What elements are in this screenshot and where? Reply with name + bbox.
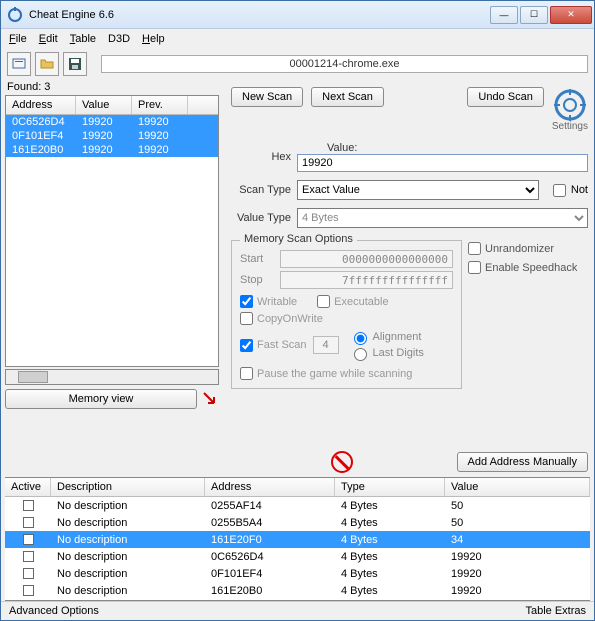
fastscan-value-input[interactable]	[313, 336, 339, 354]
process-name-bar[interactable]: 00001214-chrome.exe	[101, 55, 588, 73]
writable-checkbox[interactable]	[240, 295, 253, 308]
memory-view-button[interactable]: Memory view	[5, 389, 197, 409]
address-row[interactable]: No description161E20B04 Bytes19920	[5, 582, 590, 599]
address-row[interactable]: No description0C6526D44 Bytes19920	[5, 548, 590, 565]
active-checkbox[interactable]	[23, 585, 34, 596]
next-scan-button[interactable]: Next Scan	[311, 87, 384, 107]
select-process-button[interactable]	[7, 52, 31, 76]
save-button[interactable]	[63, 52, 87, 76]
window-title: Cheat Engine 6.6	[29, 9, 490, 21]
menu-edit[interactable]: Edit	[39, 33, 58, 45]
address-row[interactable]: No description0F101EF44 Bytes19920	[5, 565, 590, 582]
results-hscrollbar[interactable]	[5, 369, 219, 385]
col-value[interactable]: Value	[76, 96, 132, 114]
menu-table[interactable]: Table	[70, 33, 96, 45]
address-list-table[interactable]: Active Description Address Type Value No…	[5, 477, 590, 601]
address-row[interactable]: No description161E20F04 Bytes34	[5, 531, 590, 548]
hex-label: Hex	[231, 151, 291, 163]
value-type-label: Value Type	[231, 212, 291, 224]
col-type[interactable]: Type	[335, 478, 445, 496]
results-header[interactable]: Address Value Prev.	[6, 96, 218, 115]
memory-scan-options-group: Memory Scan Options Start Stop Writable …	[231, 240, 462, 389]
executable-label: Executable	[334, 296, 388, 308]
speedhack-checkbox[interactable]	[468, 261, 481, 274]
alignment-label: Alignment	[373, 331, 422, 343]
scan-results-grid[interactable]: Address Value Prev. 0C6526D419920199200F…	[5, 95, 219, 367]
address-row[interactable]: No description0255B5A44 Bytes50	[5, 514, 590, 531]
menu-d3d[interactable]: D3D	[108, 33, 130, 45]
menu-file[interactable]: File	[9, 33, 27, 45]
unrandomizer-label: Unrandomizer	[485, 243, 554, 255]
executable-checkbox[interactable]	[317, 295, 330, 308]
minimize-button[interactable]: —	[490, 6, 518, 24]
undo-scan-button[interactable]: Undo Scan	[467, 87, 543, 107]
copyonwrite-checkbox[interactable]	[240, 312, 253, 325]
settings-icon[interactable]	[552, 87, 588, 123]
app-icon	[7, 7, 23, 23]
col-active[interactable]: Active	[5, 478, 51, 496]
not-label: Not	[571, 184, 588, 196]
settings-label: Settings	[552, 121, 588, 132]
result-row[interactable]: 0C6526D41992019920	[6, 115, 218, 129]
active-checkbox[interactable]	[23, 534, 34, 545]
pause-label: Pause the game while scanning	[257, 368, 412, 380]
close-button[interactable]: ✕	[550, 6, 592, 24]
speedhack-label: Enable Speedhack	[485, 262, 577, 274]
active-checkbox[interactable]	[23, 551, 34, 562]
menu-help[interactable]: Help	[142, 33, 165, 45]
scan-value-input[interactable]	[297, 154, 588, 172]
not-checkbox[interactable]	[553, 184, 566, 197]
stop-address-input[interactable]	[280, 271, 453, 289]
unrandomizer-checkbox[interactable]	[468, 242, 481, 255]
maximize-button[interactable]: ☐	[520, 6, 548, 24]
left-pane: Found: 3 Address Value Prev. 0C6526D4199…	[1, 79, 223, 447]
active-checkbox[interactable]	[23, 568, 34, 579]
active-checkbox[interactable]	[23, 517, 34, 528]
add-to-list-arrow-icon[interactable]	[201, 390, 219, 408]
col-address2[interactable]: Address	[205, 478, 335, 496]
status-bar: Advanced Options Table Extras	[1, 601, 594, 620]
value-label: Value:	[327, 142, 588, 154]
active-checkbox[interactable]	[23, 500, 34, 511]
scan-type-label: Scan Type	[231, 184, 291, 196]
stop-label: Stop	[240, 274, 274, 286]
pause-checkbox[interactable]	[240, 367, 253, 380]
alignment-radio[interactable]	[354, 332, 367, 345]
fastscan-label: Fast Scan	[257, 339, 307, 351]
start-label: Start	[240, 253, 274, 265]
copyonwrite-label: CopyOnWrite	[257, 313, 323, 325]
lastdigits-radio[interactable]	[354, 348, 367, 361]
toolbar: 00001214-chrome.exe	[1, 49, 594, 79]
table-extras-button[interactable]: Table Extras	[525, 605, 586, 617]
col-description[interactable]: Description	[51, 478, 205, 496]
col-address[interactable]: Address	[6, 96, 76, 114]
col-value2[interactable]: Value	[445, 478, 590, 496]
found-count: Found: 3	[1, 79, 223, 95]
result-row[interactable]: 161E20B01992019920	[6, 143, 218, 157]
start-address-input[interactable]	[280, 250, 453, 268]
new-scan-button[interactable]: New Scan	[231, 87, 303, 107]
mem-options-legend: Memory Scan Options	[240, 233, 357, 245]
right-pane: New Scan Next Scan Undo Scan Settings He…	[223, 79, 594, 447]
app-window: Cheat Engine 6.6 — ☐ ✕ File Edit Table D…	[0, 0, 595, 621]
result-row[interactable]: 0F101EF41992019920	[6, 129, 218, 143]
stop-icon[interactable]	[331, 451, 353, 473]
writable-label: Writable	[257, 296, 297, 308]
menubar: File Edit Table D3D Help	[1, 29, 594, 49]
advanced-options-button[interactable]: Advanced Options	[9, 605, 99, 617]
lastdigits-label: Last Digits	[373, 347, 424, 359]
fastscan-checkbox[interactable]	[240, 339, 253, 352]
value-type-select[interactable]: 4 Bytes	[297, 208, 588, 228]
address-list-header[interactable]: Active Description Address Type Value	[5, 478, 590, 497]
open-button[interactable]	[35, 52, 59, 76]
add-address-manually-button[interactable]: Add Address Manually	[457, 452, 588, 472]
address-row[interactable]: No description0255AF144 Bytes50	[5, 497, 590, 514]
titlebar[interactable]: Cheat Engine 6.6 — ☐ ✕	[1, 1, 594, 29]
col-prev[interactable]: Prev.	[132, 96, 188, 114]
scan-type-select[interactable]: Exact Value	[297, 180, 539, 200]
